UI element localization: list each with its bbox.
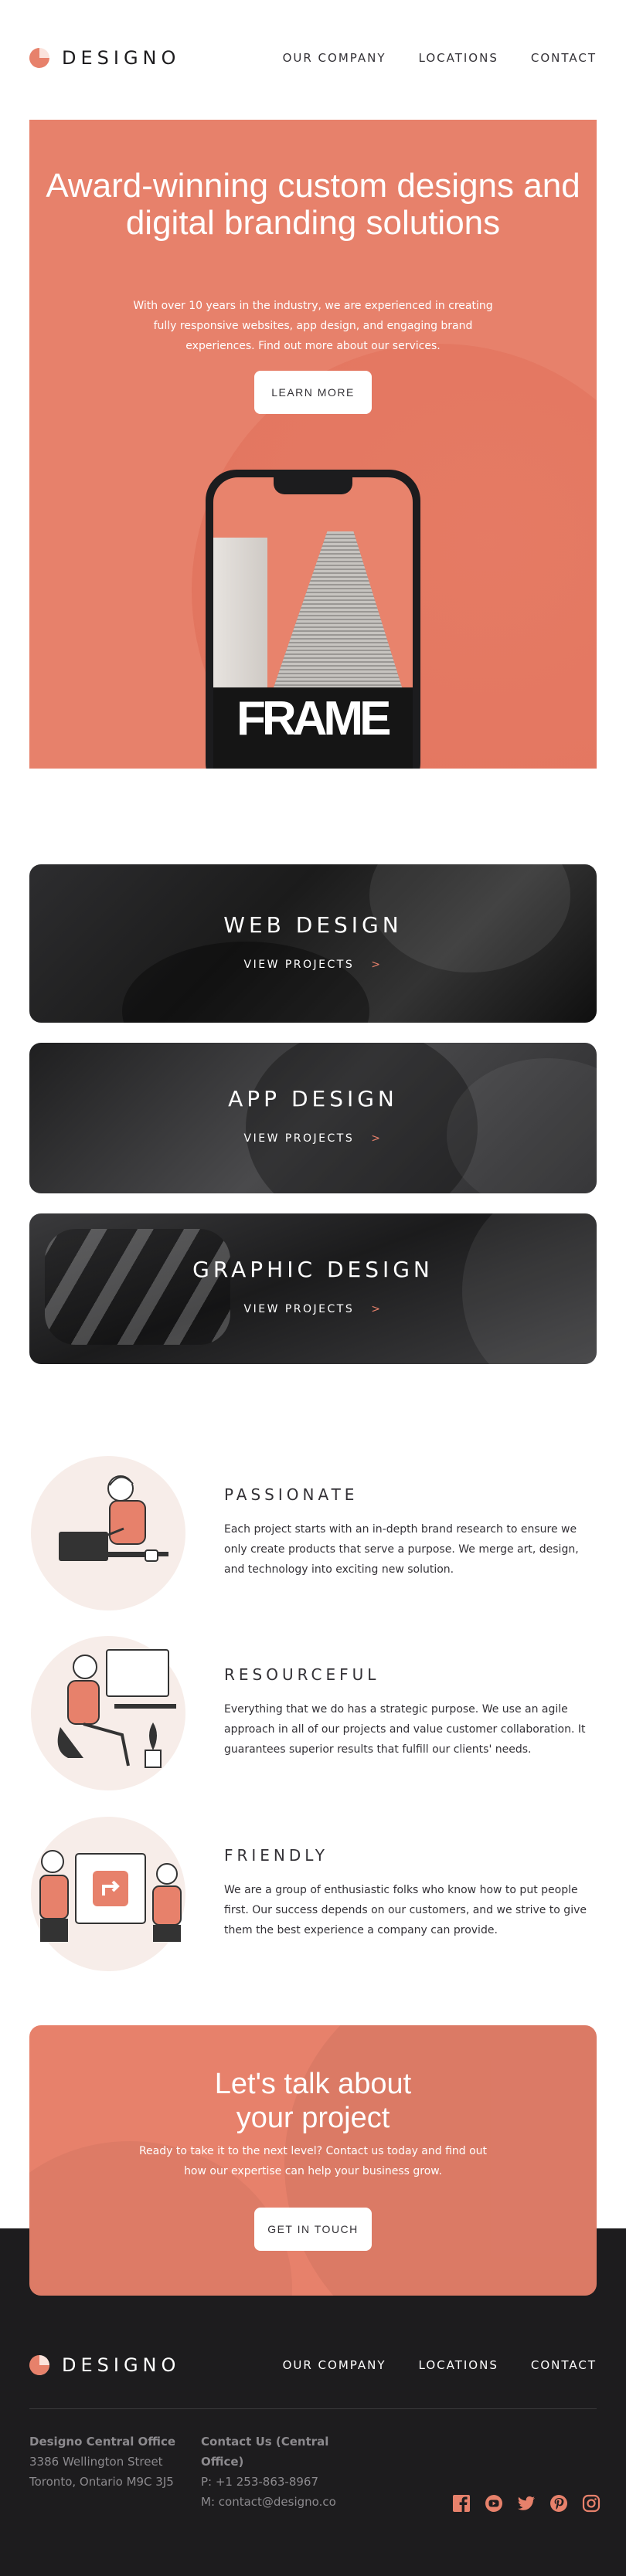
view-projects-link[interactable]: VIEW PROJECTS > [29, 1132, 597, 1145]
pinterest-icon[interactable] [549, 2493, 569, 2513]
value-title: PASSIONATE [224, 1485, 359, 1504]
view-projects-label: VIEW PROJECTS [243, 959, 355, 971]
facebook-icon[interactable] [451, 2493, 471, 2513]
view-projects-label: VIEW PROJECTS [243, 1132, 355, 1145]
card-title: APP DESIGN [228, 1086, 398, 1112]
logo-mark-icon [29, 2355, 49, 2375]
value-text: We are a group of enthusiastic folks who… [224, 1884, 587, 1936]
view-projects-link[interactable]: VIEW PROJECTS > [29, 959, 597, 971]
footer-nav-contact[interactable]: CONTACT [531, 2358, 597, 2372]
logo-text: DESIGNO [62, 47, 181, 69]
cta-title-text: Let's talk about your project [214, 2068, 412, 2134]
youtube-icon[interactable] [484, 2493, 504, 2513]
value-text: Each project starts with an in-depth bra… [224, 1523, 579, 1576]
card-bg-shape [447, 1058, 597, 1193]
value-resourceful: RESOURCEFUL Everything that we do has a … [29, 1634, 597, 1793]
learn-more-button[interactable]: LEARN MORE [254, 371, 372, 414]
view-projects-label: VIEW PROJECTS [243, 1303, 355, 1315]
footer-logo[interactable]: DESIGNO [29, 2354, 180, 2376]
card-bg-shape [122, 942, 369, 1023]
footer-header: DESIGNO OUR COMPANY LOCATIONS CONTACT [29, 2344, 597, 2386]
chevron-right-icon: > [371, 1303, 383, 1315]
contact-phone: P: +1 253-863-8967 [201, 2475, 319, 2489]
card-bg-shape [45, 1229, 230, 1345]
chevron-right-icon: > [371, 959, 383, 971]
main-nav: OUR COMPANY LOCATIONS CONTACT [283, 51, 597, 65]
cta-text: Ready to take it to the next level? Cont… [138, 2145, 488, 2177]
phone-notch [274, 477, 352, 494]
instagram-icon[interactable] [581, 2493, 601, 2513]
contact-email[interactable]: M: contact@designo.co [201, 2492, 356, 2512]
project-card-app-design[interactable]: APP DESIGN VIEW PROJECTS > [29, 1043, 597, 1193]
friendly-illustration-icon [31, 1817, 185, 1971]
office-heading: Designo Central Office [29, 2435, 176, 2449]
footer-nav: OUR COMPANY LOCATIONS CONTACT [283, 2358, 597, 2372]
card-bg-shape [246, 1043, 478, 1193]
screen-frame-word: FRAME [236, 692, 391, 745]
card-bg-shape [462, 1213, 597, 1364]
logo[interactable]: DESIGNO [29, 47, 180, 69]
office-address-line1: 3386 Wellington Street [29, 2455, 163, 2469]
nav-locations[interactable]: LOCATIONS [419, 51, 498, 65]
nav-contact[interactable]: CONTACT [531, 51, 597, 65]
hero-text: With over 10 years in the industry, we a… [133, 300, 493, 352]
hero-title: Award-winning custom designs and digital… [46, 167, 580, 242]
value-title: RESOURCEFUL [224, 1665, 380, 1684]
value-passionate: PASSIONATE Each project starts with an i… [29, 1454, 597, 1613]
footer-nav-locations[interactable]: LOCATIONS [419, 2358, 498, 2372]
logo-mark-icon [29, 48, 49, 68]
card-title: GRAPHIC DESIGN [192, 1257, 434, 1282]
view-projects-link[interactable]: VIEW PROJECTS > [29, 1303, 597, 1315]
footer-office: Designo Central Office 3386 Wellington S… [29, 2432, 199, 2492]
project-card-graphic-design[interactable]: GRAPHIC DESIGN VIEW PROJECTS > [29, 1213, 597, 1364]
nav-our-company[interactable]: OUR COMPANY [283, 51, 386, 65]
phone-screen: FRAME [213, 477, 413, 769]
footer-divider [29, 2408, 597, 2409]
card-title: WEB DESIGN [223, 912, 403, 938]
cta-section: Let's talk about your project Ready to t… [29, 2025, 597, 2296]
value-friendly: FRIENDLY We are a group of enthusiastic … [29, 1815, 597, 1974]
social-links [451, 2493, 601, 2513]
chevron-right-icon: > [371, 1132, 383, 1145]
cta-title: Let's talk about your project [29, 2067, 597, 2135]
resourceful-illustration-icon [31, 1636, 185, 1790]
contact-heading: Contact Us (Central Office) [201, 2435, 329, 2469]
office-address-line2: Toronto, Ontario M9C 3J5 [29, 2475, 174, 2489]
value-text: Everything that we do has a strategic pu… [224, 1703, 586, 1756]
site-header: DESIGNO OUR COMPANY LOCATIONS CONTACT [29, 37, 597, 79]
hero-section: Award-winning custom designs and digital… [29, 120, 597, 769]
footer-nav-our-company[interactable]: OUR COMPANY [283, 2358, 386, 2372]
footer-contact: Contact Us (Central Office) P: +1 253-86… [201, 2432, 356, 2512]
logo-text: DESIGNO [62, 2354, 181, 2376]
twitter-icon[interactable] [516, 2493, 536, 2513]
hero-phone-image: FRAME [206, 470, 420, 769]
value-title: FRIENDLY [224, 1846, 328, 1865]
project-card-web-design[interactable]: WEB DESIGN VIEW PROJECTS > [29, 864, 597, 1023]
get-in-touch-button[interactable]: GET IN TOUCH [254, 2208, 372, 2251]
passionate-illustration-icon [31, 1456, 185, 1610]
